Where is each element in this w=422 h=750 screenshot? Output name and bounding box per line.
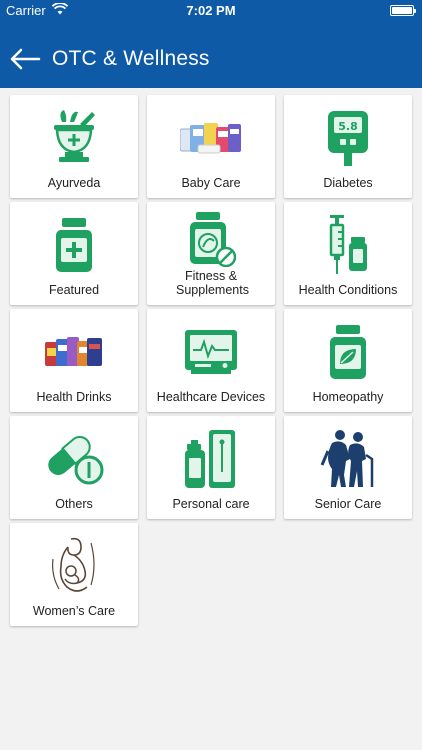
capsule-pill-icon	[10, 426, 138, 492]
category-label: Health Drinks	[36, 390, 112, 404]
spray-bottles-icon	[147, 426, 275, 492]
mortar-pestle-icon	[10, 105, 138, 171]
category-tile-baby-care[interactable]: Baby Care	[147, 95, 275, 198]
leaf-bottle-icon	[284, 319, 412, 385]
syringe-vial-icon	[284, 212, 412, 278]
category-tile-ayurveda[interactable]: Ayurveda	[10, 95, 138, 198]
battery-icon	[390, 5, 416, 16]
monitor-device-icon	[147, 319, 275, 385]
medicine-bottle-icon	[10, 212, 138, 278]
mother-child-icon	[10, 533, 138, 599]
category-tile-health-drinks[interactable]: Health Drinks	[10, 309, 138, 412]
category-tile-senior-care[interactable]: Senior Care	[284, 416, 412, 519]
baby-products-icon	[147, 105, 275, 171]
status-time: 7:02 PM	[186, 3, 236, 18]
category-label: Homeopathy	[312, 390, 384, 404]
category-label: Senior Care	[314, 497, 382, 511]
status-bar: Carrier 7:02 PM	[0, 0, 422, 22]
category-tile-healthcare-devices[interactable]: Healthcare Devices	[147, 309, 275, 412]
category-tile-personal-care[interactable]: Personal care	[147, 416, 275, 519]
category-label: Others	[55, 497, 93, 511]
category-label: Personal care	[172, 497, 250, 511]
category-label: Ayurveda	[47, 176, 101, 190]
category-label: Featured	[48, 283, 100, 297]
page-title: OTC & Wellness	[52, 47, 210, 70]
category-label: Diabetes	[323, 176, 373, 190]
category-tile-health-conditions[interactable]: Health Conditions	[284, 202, 412, 305]
glucose-reading: 5.8	[338, 120, 358, 133]
category-tile-womens-care[interactable]: Women’s Care	[10, 523, 138, 626]
app-header: Carrier 7:02 PM OTC & Wellness	[0, 0, 422, 88]
category-grid: Ayurveda Baby Care 5.8 Diabetes Featured…	[10, 95, 414, 626]
back-arrow-icon	[10, 48, 41, 70]
glucometer-icon: 5.8	[284, 105, 412, 171]
elderly-couple-icon	[284, 426, 412, 492]
category-label: Health Conditions	[298, 283, 398, 297]
back-button[interactable]	[8, 44, 42, 74]
category-label: Fitness & Supplements	[176, 269, 249, 297]
category-label: Women’s Care	[32, 604, 116, 618]
category-label: Baby Care	[181, 176, 241, 190]
category-tile-diabetes[interactable]: 5.8 Diabetes	[284, 95, 412, 198]
category-label: Healthcare Devices	[156, 390, 266, 404]
supplement-jar-icon	[147, 206, 275, 272]
category-tile-homeopathy[interactable]: Homeopathy	[284, 309, 412, 412]
category-tile-others[interactable]: Others	[10, 416, 138, 519]
category-tile-featured[interactable]: Featured	[10, 202, 138, 305]
health-drinks-products-icon	[10, 319, 138, 385]
category-tile-fitness-supplements[interactable]: Fitness & Supplements	[147, 202, 275, 305]
